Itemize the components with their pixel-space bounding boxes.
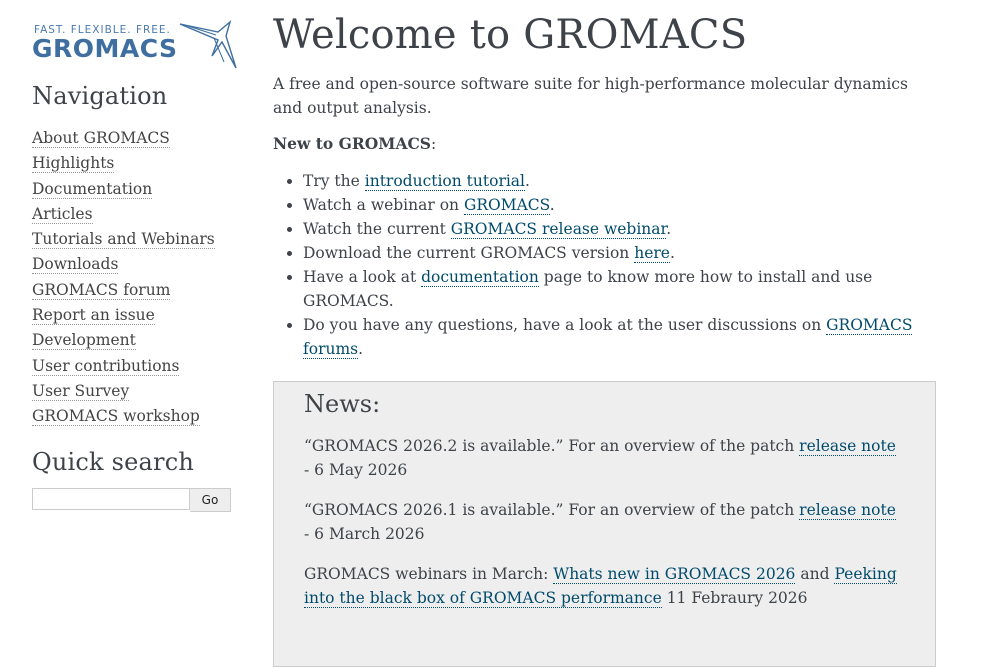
quick-search-form: Go	[32, 487, 233, 512]
bullet-text: .	[525, 172, 530, 190]
nav-link-user-contributions[interactable]: User contributions	[32, 356, 180, 376]
bullet-text: .	[666, 220, 672, 238]
quick-search-input[interactable]	[32, 487, 190, 510]
sidebar: FAST. FLEXIBLE. FREE. GROMACS Navigation…	[32, 18, 242, 512]
bullet-text: Download the current GROMACS version	[303, 244, 635, 262]
nav-item-tutorials: Tutorials and Webinars	[32, 227, 242, 252]
news-date: 11 Febraury 2026	[661, 589, 808, 607]
list-item: Have a look at documentation page to kno…	[303, 265, 933, 313]
nav-item-user-survey: User Survey	[32, 379, 242, 404]
nav-item-development: Development	[32, 328, 242, 353]
news-item: “GROMACS 2026.2 is available.” For an ov…	[304, 434, 905, 482]
nav-item-about: About GROMACS	[32, 126, 242, 151]
nav-link-tutorials[interactable]: Tutorials and Webinars	[32, 230, 215, 250]
new-to-colon: :	[431, 135, 437, 153]
release-webinar-link[interactable]: GROMACS release webinar	[450, 220, 667, 239]
page-title: Welcome to GROMACS	[273, 12, 748, 58]
nav-link-workshop[interactable]: GROMACS workshop	[32, 407, 200, 427]
intro-paragraph: A free and open-source software suite fo…	[273, 75, 908, 117]
list-item: Try the introduction tutorial.	[303, 169, 933, 193]
search-go-button[interactable]: Go	[190, 487, 231, 512]
nav-item-downloads: Downloads	[32, 252, 242, 277]
nav-item-user-contributions: User contributions	[32, 354, 242, 379]
nav-item-highlights: Highlights	[32, 151, 242, 176]
nav-link-user-survey[interactable]: User Survey	[32, 381, 130, 401]
nav-link-documentation[interactable]: Documentation	[32, 179, 153, 199]
bullet-text: .	[549, 196, 555, 214]
news-item: GROMACS webinars in March: Whats new in …	[304, 562, 905, 610]
bullet-text: Watch the current	[303, 220, 451, 238]
whats-new-webinar-link[interactable]: Whats new in GROMACS 2026	[553, 565, 796, 584]
list-item: Do you have any questions, have a look a…	[303, 313, 933, 361]
list-item: Download the current GROMACS version her…	[303, 241, 933, 265]
nav-item-articles: Articles	[32, 202, 242, 227]
nav-item-report-issue: Report an issue	[32, 303, 242, 328]
navigation-heading: Navigation	[32, 82, 168, 110]
bullet-text: Try the	[303, 172, 365, 190]
news-text: “GROMACS 2026.2 is available.” For an ov…	[304, 437, 800, 455]
nav-link-forum[interactable]: GROMACS forum	[32, 280, 171, 300]
nav-link-highlights[interactable]: Highlights	[32, 154, 115, 174]
nav-item-forum: GROMACS forum	[32, 278, 242, 303]
nav-item-workshop: GROMACS workshop	[32, 404, 242, 429]
list-item: Watch a webinar on GROMACS.	[303, 193, 933, 217]
getting-started-list: Try the introduction tutorial. Watch a w…	[273, 169, 933, 361]
navigation-list: About GROMACS Highlights Documentation A…	[32, 126, 242, 430]
main-content: Welcome to GROMACS A free and open-sourc…	[273, 12, 936, 667]
news-date: - 6 March 2026	[304, 525, 425, 543]
nav-link-development[interactable]: Development	[32, 331, 136, 351]
news-item: “GROMACS 2026.1 is available.” For an ov…	[304, 498, 905, 546]
new-to-label: New to GROMACS	[273, 134, 431, 153]
news-text: GROMACS webinars in March:	[304, 565, 554, 583]
nav-link-downloads[interactable]: Downloads	[32, 255, 119, 275]
news-text: “GROMACS 2026.1 is available.” For an ov…	[304, 501, 800, 519]
introduction-tutorial-link[interactable]: introduction tutorial	[364, 172, 526, 191]
nav-link-articles[interactable]: Articles	[32, 204, 93, 224]
nav-link-about[interactable]: About GROMACS	[32, 129, 170, 148]
news-date: - 6 May 2026	[304, 461, 408, 479]
bullet-text: .	[669, 244, 675, 262]
news-text: and	[795, 565, 835, 583]
documentation-link[interactable]: documentation	[421, 268, 539, 287]
news-heading: News:	[304, 390, 381, 418]
download-here-link[interactable]: here	[634, 244, 670, 263]
new-to-heading: New to GROMACS:	[273, 134, 933, 153]
logo-name: GROMACS	[32, 34, 178, 63]
nav-link-report-issue[interactable]: Report an issue	[32, 306, 155, 326]
list-item: Watch the current GROMACS release webina…	[303, 217, 933, 241]
bullet-text: Watch a webinar on	[303, 196, 464, 214]
swallow-logo-icon	[179, 20, 237, 69]
webinar-link[interactable]: GROMACS	[463, 196, 550, 215]
quick-search-heading: Quick search	[32, 447, 195, 476]
bullet-text: Have a look at	[303, 268, 422, 286]
news-box: News: “GROMACS 2026.2 is available.” For…	[273, 381, 936, 667]
bullet-text: Do you have any questions, have a look a…	[303, 316, 827, 334]
bullet-text: .	[358, 340, 364, 358]
release-note-link[interactable]: release note	[799, 437, 896, 456]
release-note-link[interactable]: release note	[799, 501, 896, 520]
nav-item-documentation: Documentation	[32, 177, 242, 202]
gromacs-logo[interactable]: FAST. FLEXIBLE. FREE. GROMACS	[32, 18, 237, 70]
